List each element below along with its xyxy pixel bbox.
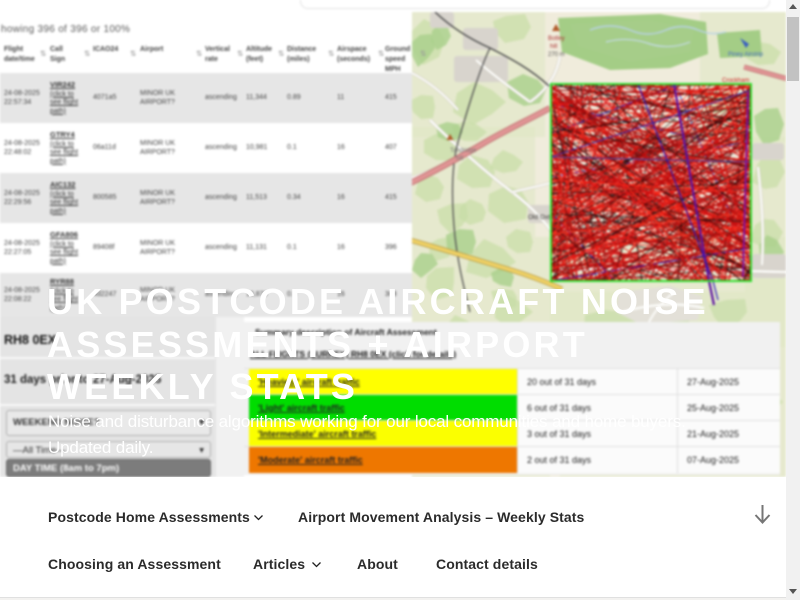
svg-text:270 m: 270 m	[548, 52, 565, 58]
svg-text:hill: hill	[550, 44, 557, 50]
svg-text:Piney Airstrip: Piney Airstrip	[728, 52, 764, 58]
svg-text:Botley: Botley	[548, 36, 565, 42]
svg-text:hill: hill	[456, 156, 463, 162]
svg-text:Tandridge: Tandridge	[450, 148, 477, 154]
